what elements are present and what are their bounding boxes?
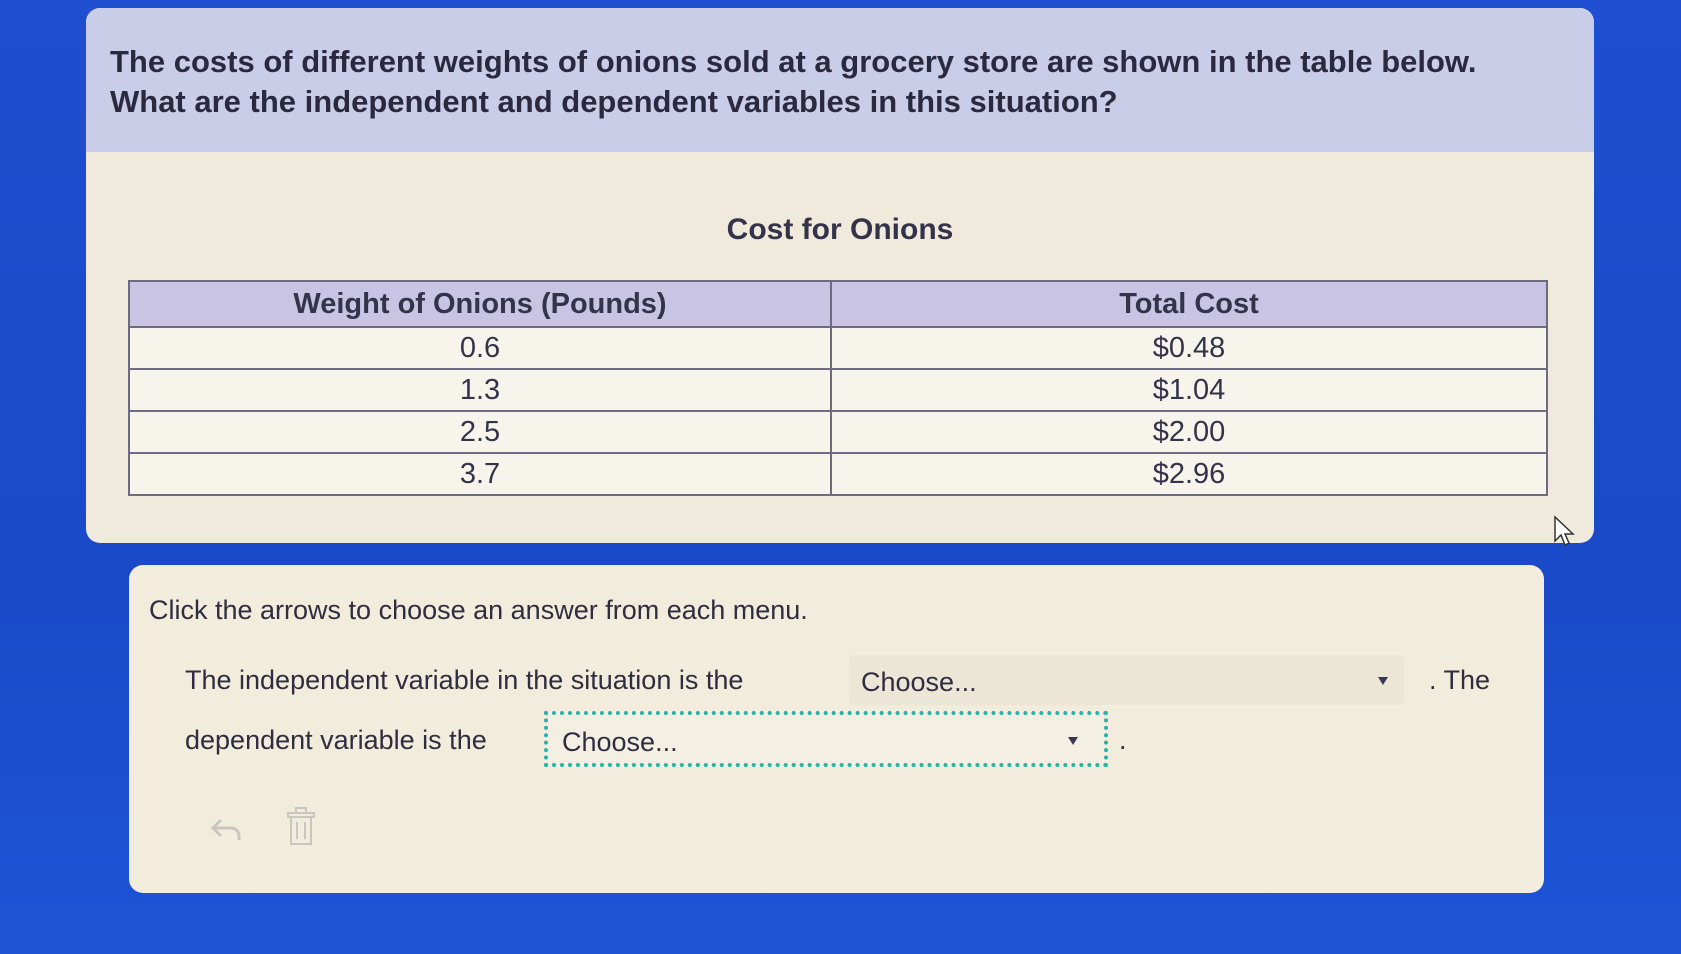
column-header-cost: Total Cost [830,280,1548,328]
chevron-down-icon[interactable] [1378,677,1388,685]
table-cell-cost: $1.04 [830,368,1548,412]
table-cell-weight: 3.7 [128,452,832,496]
question-card: The costs of different weights of onions… [86,8,1594,543]
table-cell-weight: 2.5 [128,410,832,454]
undo-icon[interactable] [209,810,245,846]
table-cell-cost: $0.48 [830,326,1548,370]
table-row: 0.6 $0.48 [128,326,1548,370]
sentence-line2-prefix: dependent variable is the [185,725,487,755]
sentence-line1-suffix: . The [1429,665,1491,695]
sentence-line1-prefix: The independent variable in the situatio… [185,665,744,695]
table-cell-weight: 0.6 [128,326,832,370]
question-header: The costs of different weights of onions… [86,8,1594,152]
cursor-icon [1554,515,1575,547]
table-header-row: Weight of Onions (Pounds) Total Cost [128,280,1548,328]
independent-variable-dropdown[interactable]: Choose... [849,655,1404,705]
sentence-line2-suffix: . [1119,725,1127,755]
table-cell-weight: 1.3 [128,368,832,412]
dropdown-value: Choose... [562,727,678,757]
dependent-variable-dropdown[interactable]: Choose... [544,711,1108,767]
trash-icon[interactable] [284,805,318,847]
table-cell-cost: $2.96 [830,452,1548,496]
instruction-text: Click the arrows to choose an answer fro… [149,595,808,625]
dropdown-value: Choose... [861,667,977,697]
table-row: 1.3 $1.04 [128,368,1548,412]
table-cell-cost: $2.00 [830,410,1548,454]
column-header-weight: Weight of Onions (Pounds) [128,280,832,328]
chevron-down-icon[interactable] [1068,737,1078,745]
table-row: 3.7 $2.96 [128,452,1548,496]
question-text: The costs of different weights of onions… [110,44,1477,119]
answer-card: Click the arrows to choose an answer fro… [129,565,1544,893]
data-table: Weight of Onions (Pounds) Total Cost 0.6… [128,280,1548,496]
table-row: 2.5 $2.00 [128,410,1548,454]
table-title: Cost for Onions [726,213,954,246]
